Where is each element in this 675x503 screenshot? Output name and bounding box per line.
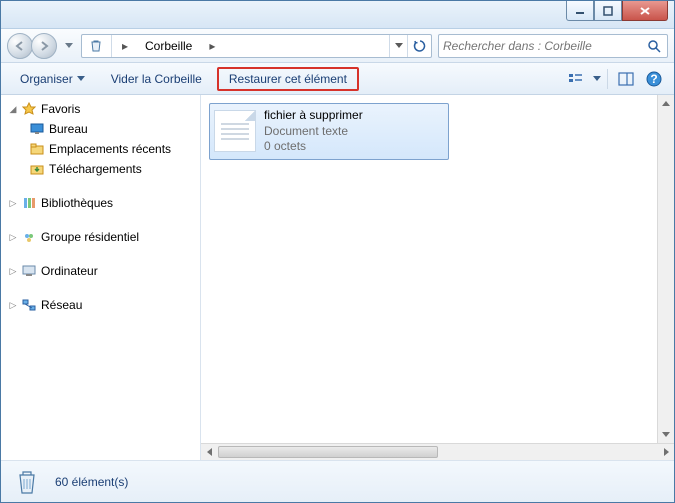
scroll-right-icon[interactable] [657,448,674,456]
file-meta: fichier à supprimer Document texte 0 oct… [264,108,363,155]
content-pane: fichier à supprimer Document texte 0 oct… [201,95,674,460]
sidebar-item-downloads[interactable]: Téléchargements [1,159,200,179]
homegroup-icon [21,229,37,245]
status-count: 60 élément(s) [55,475,128,489]
scroll-left-icon[interactable] [201,448,218,456]
help-button[interactable]: ? [642,67,666,91]
sidebar-item-desktop[interactable]: Bureau [1,119,200,139]
file-item[interactable]: fichier à supprimer Document texte 0 oct… [209,103,449,160]
empty-recycle-bin-button[interactable]: Vider la Corbeille [100,67,213,91]
restore-item-button[interactable]: Restaurer cet élément [217,67,359,91]
star-icon [21,101,37,117]
explorer-window: ▸ Corbeille ▸ Organiser [0,0,675,503]
address-dropdown[interactable] [389,35,407,57]
scroll-up-icon[interactable] [658,95,674,112]
expand-icon[interactable]: ▷ [7,198,19,209]
recycle-bin-icon [11,466,43,498]
organize-button[interactable]: Organiser [9,67,96,91]
restore-label: Restaurer cet élément [229,72,347,86]
back-button[interactable] [7,33,33,59]
organize-label: Organiser [20,72,73,86]
file-name: fichier à supprimer [264,108,363,124]
file-size: 0 octets [264,139,363,155]
recycle-bin-icon [88,38,104,54]
computer-icon [21,263,37,279]
favorites-label: Favoris [39,102,80,116]
search-input[interactable] [443,39,645,53]
chevron-right-icon: ▸ [118,39,132,53]
command-bar: Organiser Vider la Corbeille Restaurer c… [1,63,674,95]
computer-group[interactable]: ▷ Ordinateur [1,261,200,281]
refresh-button[interactable] [407,35,431,57]
expand-icon[interactable]: ▷ [7,266,19,277]
scrollbar-track[interactable] [218,444,657,460]
horizontal-scrollbar[interactable] [201,443,674,460]
network-group[interactable]: ▷ Réseau [1,295,200,315]
libraries-group[interactable]: ▷ Bibliothèques [1,193,200,213]
network-label: Réseau [39,298,82,312]
expand-icon[interactable]: ▷ [7,300,19,311]
homegroup-label: Groupe résidentiel [39,230,139,244]
downloads-label: Téléchargements [47,162,142,176]
desktop-icon [29,121,45,137]
search-icon[interactable] [645,39,663,53]
nav-buttons [7,33,57,59]
forward-button[interactable] [31,33,57,59]
navigation-pane: ◢ Favoris Bureau Emplacements récents Té… [1,95,201,460]
downloads-icon [29,161,45,177]
libraries-icon [21,195,37,211]
favorites-group[interactable]: ◢ Favoris [1,99,200,119]
chevron-down-icon[interactable] [593,76,601,82]
maximize-button[interactable] [594,1,622,21]
text-document-icon [214,110,256,152]
chevron-right-icon[interactable]: ▸ [205,39,219,53]
preview-pane-button[interactable] [614,67,638,91]
address-location: Corbeille [145,39,192,53]
sidebar-item-recent[interactable]: Emplacements récents [1,139,200,159]
content-body: ◢ Favoris Bureau Emplacements récents Té… [1,95,674,460]
recent-label: Emplacements récents [47,142,171,156]
svg-text:?: ? [650,72,657,86]
titlebar [1,1,674,29]
libraries-label: Bibliothèques [39,196,113,210]
view-options-button[interactable] [565,67,589,91]
empty-label: Vider la Corbeille [111,72,202,86]
scrollbar-thumb[interactable] [218,446,438,458]
details-pane: 60 élément(s) [1,460,674,502]
computer-label: Ordinateur [39,264,98,278]
file-list[interactable]: fichier à supprimer Document texte 0 oct… [201,95,657,443]
window-controls [566,1,668,21]
homegroup-group[interactable]: ▷ Groupe résidentiel [1,227,200,247]
collapse-icon[interactable]: ◢ [7,104,19,115]
navigation-row: ▸ Corbeille ▸ [1,29,674,63]
search-box[interactable] [438,34,668,58]
nav-history-dropdown[interactable] [63,35,75,57]
vertical-scrollbar[interactable] [657,95,674,443]
desktop-label: Bureau [47,122,88,136]
address-bar[interactable]: ▸ Corbeille ▸ [81,34,432,58]
chevron-down-icon [77,76,85,82]
recent-places-icon [29,141,45,157]
expand-icon[interactable]: ▷ [7,232,19,243]
minimize-button[interactable] [566,1,594,21]
close-button[interactable] [622,1,668,21]
scroll-down-icon[interactable] [658,426,674,443]
file-type: Document texte [264,124,363,140]
network-icon [21,297,37,313]
